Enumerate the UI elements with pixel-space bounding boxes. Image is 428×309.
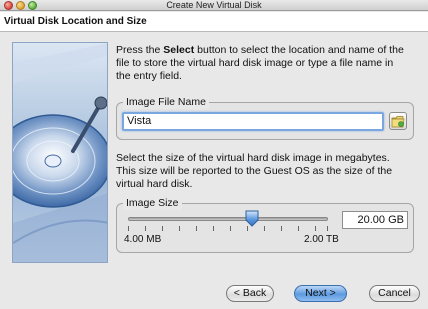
size-help-text: Select the size of the virtual hard disk…: [116, 152, 393, 190]
intro-text: Press the Select button to select the lo…: [116, 44, 404, 82]
window-title: Create New Virtual Disk: [166, 0, 262, 10]
image-file-group-title: Image File Name: [123, 96, 209, 109]
zoom-window-button[interactable]: [28, 1, 37, 10]
image-size-slider-thumb[interactable]: [245, 210, 259, 227]
page-title: Virtual Disk Location and Size: [4, 16, 147, 27]
slider-min-label: 4.00 MB: [124, 234, 162, 245]
back-button[interactable]: < Back: [226, 285, 274, 302]
page-header: Virtual Disk Location and Size: [0, 12, 428, 32]
image-file-name-input[interactable]: Vista: [122, 112, 384, 131]
wizard-side-image: [12, 42, 108, 263]
folder-select-icon: [391, 116, 405, 128]
image-size-slider-track[interactable]: [128, 217, 328, 221]
close-window-button[interactable]: [4, 1, 13, 10]
next-button[interactable]: Next >: [294, 285, 347, 302]
window-titlebar: Create New Virtual Disk: [0, 0, 428, 11]
hard-disk-illustration-icon: [13, 43, 107, 262]
image-size-input[interactable]: 20.00 GB: [342, 211, 408, 229]
image-size-group-title: Image Size: [123, 197, 182, 210]
select-file-button[interactable]: [389, 112, 407, 130]
minimize-window-button[interactable]: [16, 1, 25, 10]
slider-max-label: 2.00 TB: [304, 234, 339, 245]
slider-thumb-icon: [245, 210, 259, 227]
cancel-button[interactable]: Cancel: [369, 285, 420, 302]
image-size-slider-ticks: [128, 226, 328, 232]
